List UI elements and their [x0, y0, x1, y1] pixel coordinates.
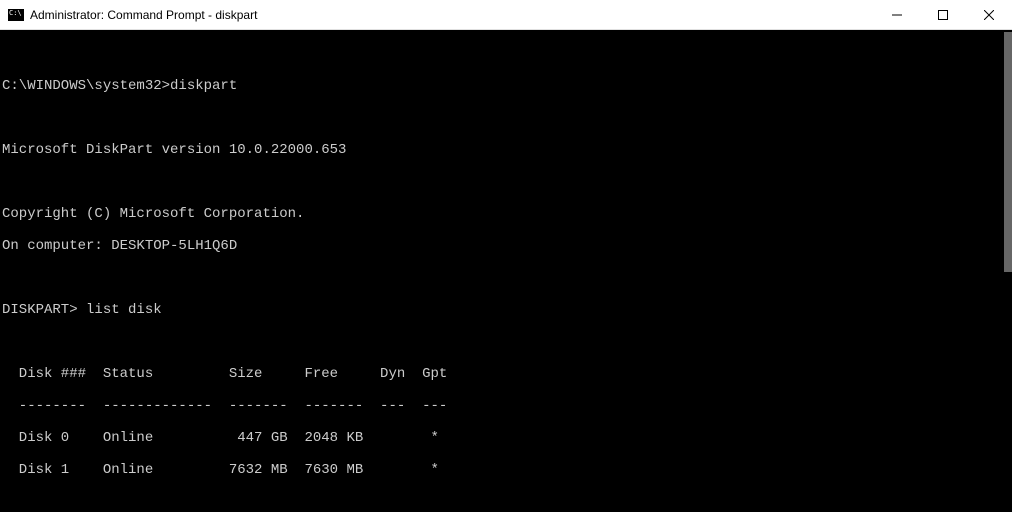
window-title: Administrator: Command Prompt - diskpart	[30, 8, 874, 22]
titlebar: Administrator: Command Prompt - diskpart	[0, 0, 1012, 30]
terminal-line: -------- ------------- ------- ------- -…	[2, 398, 1012, 414]
terminal[interactable]: C:\WINDOWS\system32>diskpart Microsoft D…	[0, 30, 1012, 512]
terminal-line	[2, 110, 1012, 126]
terminal-line: Disk 0 Online 447 GB 2048 KB *	[2, 430, 1012, 446]
minimize-button[interactable]	[874, 0, 920, 30]
terminal-output: C:\WINDOWS\system32>diskpart Microsoft D…	[2, 62, 1012, 512]
terminal-line: Microsoft DiskPart version 10.0.22000.65…	[2, 142, 1012, 158]
terminal-line: On computer: DESKTOP-5LH1Q6D	[2, 238, 1012, 254]
scrollbar[interactable]	[998, 30, 1012, 512]
close-button[interactable]	[966, 0, 1012, 30]
terminal-line: Disk ### Status Size Free Dyn Gpt	[2, 366, 1012, 382]
terminal-line: Disk 1 Online 7632 MB 7630 MB *	[2, 462, 1012, 478]
terminal-line	[2, 174, 1012, 190]
maximize-button[interactable]	[920, 0, 966, 30]
terminal-line	[2, 334, 1012, 350]
cmd-icon	[8, 9, 24, 21]
scrollbar-thumb[interactable]	[1004, 32, 1012, 272]
terminal-line	[2, 270, 1012, 286]
window-controls	[874, 0, 1012, 29]
maximize-icon	[938, 10, 948, 20]
minimize-icon	[892, 10, 902, 20]
close-icon	[984, 10, 994, 20]
terminal-line: DISKPART> list disk	[2, 302, 1012, 318]
terminal-line: C:\WINDOWS\system32>diskpart	[2, 78, 1012, 94]
terminal-line	[2, 494, 1012, 510]
terminal-line: Copyright (C) Microsoft Corporation.	[2, 206, 1012, 222]
